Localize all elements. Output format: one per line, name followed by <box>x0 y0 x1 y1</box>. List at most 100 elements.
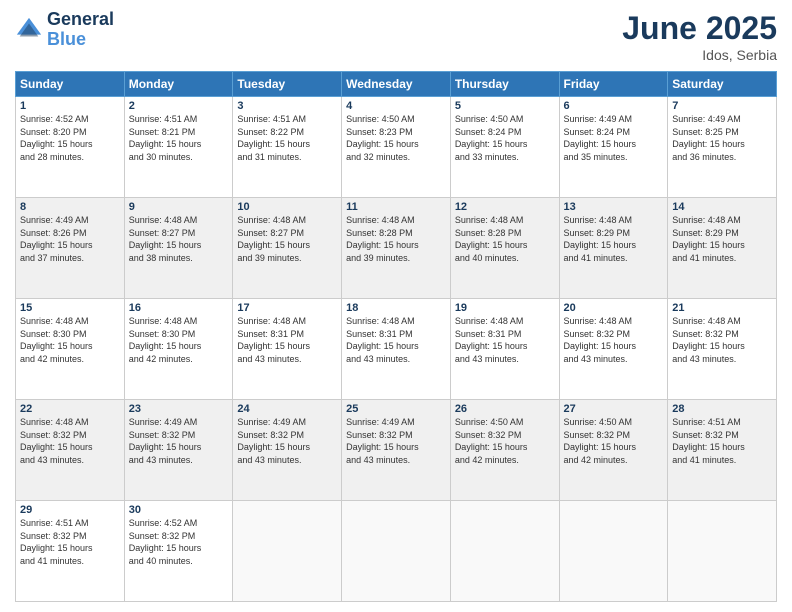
day-header-saturday: Saturday <box>668 72 777 97</box>
calendar-cell: 11Sunrise: 4:48 AM Sunset: 8:28 PM Dayli… <box>342 198 451 299</box>
day-info: Sunrise: 4:48 AM Sunset: 8:31 PM Dayligh… <box>346 315 446 365</box>
day-info: Sunrise: 4:49 AM Sunset: 8:25 PM Dayligh… <box>672 113 772 163</box>
logo-text: General Blue <box>47 10 114 50</box>
calendar-cell: 25Sunrise: 4:49 AM Sunset: 8:32 PM Dayli… <box>342 400 451 501</box>
day-info: Sunrise: 4:48 AM Sunset: 8:28 PM Dayligh… <box>455 214 555 264</box>
calendar-cell <box>450 501 559 602</box>
calendar-cell: 12Sunrise: 4:48 AM Sunset: 8:28 PM Dayli… <box>450 198 559 299</box>
day-header-tuesday: Tuesday <box>233 72 342 97</box>
day-info: Sunrise: 4:48 AM Sunset: 8:27 PM Dayligh… <box>129 214 229 264</box>
day-header-wednesday: Wednesday <box>342 72 451 97</box>
day-number: 18 <box>346 302 446 314</box>
calendar-cell: 24Sunrise: 4:49 AM Sunset: 8:32 PM Dayli… <box>233 400 342 501</box>
calendar-cell: 18Sunrise: 4:48 AM Sunset: 8:31 PM Dayli… <box>342 299 451 400</box>
day-info: Sunrise: 4:48 AM Sunset: 8:31 PM Dayligh… <box>455 315 555 365</box>
calendar-cell <box>342 501 451 602</box>
day-info: Sunrise: 4:48 AM Sunset: 8:28 PM Dayligh… <box>346 214 446 264</box>
day-number: 15 <box>20 302 120 314</box>
day-info: Sunrise: 4:52 AM Sunset: 8:20 PM Dayligh… <box>20 113 120 163</box>
day-number: 21 <box>672 302 772 314</box>
day-info: Sunrise: 4:48 AM Sunset: 8:30 PM Dayligh… <box>129 315 229 365</box>
calendar-cell: 13Sunrise: 4:48 AM Sunset: 8:29 PM Dayli… <box>559 198 668 299</box>
calendar-table: SundayMondayTuesdayWednesdayThursdayFrid… <box>15 71 777 602</box>
day-number: 22 <box>20 403 120 415</box>
calendar-cell: 21Sunrise: 4:48 AM Sunset: 8:32 PM Dayli… <box>668 299 777 400</box>
day-info: Sunrise: 4:51 AM Sunset: 8:32 PM Dayligh… <box>20 517 120 567</box>
calendar-cell: 26Sunrise: 4:50 AM Sunset: 8:32 PM Dayli… <box>450 400 559 501</box>
day-number: 19 <box>455 302 555 314</box>
day-info: Sunrise: 4:48 AM Sunset: 8:29 PM Dayligh… <box>672 214 772 264</box>
day-number: 25 <box>346 403 446 415</box>
day-info: Sunrise: 4:48 AM Sunset: 8:32 PM Dayligh… <box>564 315 664 365</box>
header: General Blue June 2025 Idos, Serbia <box>15 10 777 63</box>
day-number: 28 <box>672 403 772 415</box>
day-number: 26 <box>455 403 555 415</box>
day-number: 1 <box>20 100 120 112</box>
calendar-cell: 28Sunrise: 4:51 AM Sunset: 8:32 PM Dayli… <box>668 400 777 501</box>
day-number: 9 <box>129 201 229 213</box>
calendar-cell: 8Sunrise: 4:49 AM Sunset: 8:26 PM Daylig… <box>16 198 125 299</box>
day-number: 6 <box>564 100 664 112</box>
day-info: Sunrise: 4:49 AM Sunset: 8:24 PM Dayligh… <box>564 113 664 163</box>
calendar-cell: 14Sunrise: 4:48 AM Sunset: 8:29 PM Dayli… <box>668 198 777 299</box>
month-title: June 2025 <box>622 10 777 47</box>
day-info: Sunrise: 4:48 AM Sunset: 8:31 PM Dayligh… <box>237 315 337 365</box>
calendar-week-row: 8Sunrise: 4:49 AM Sunset: 8:26 PM Daylig… <box>16 198 777 299</box>
calendar-cell <box>233 501 342 602</box>
day-header-friday: Friday <box>559 72 668 97</box>
day-info: Sunrise: 4:48 AM Sunset: 8:32 PM Dayligh… <box>672 315 772 365</box>
day-info: Sunrise: 4:50 AM Sunset: 8:32 PM Dayligh… <box>455 416 555 466</box>
calendar-week-row: 1Sunrise: 4:52 AM Sunset: 8:20 PM Daylig… <box>16 97 777 198</box>
calendar-cell: 9Sunrise: 4:48 AM Sunset: 8:27 PM Daylig… <box>124 198 233 299</box>
day-info: Sunrise: 4:50 AM Sunset: 8:24 PM Dayligh… <box>455 113 555 163</box>
day-number: 7 <box>672 100 772 112</box>
calendar-cell: 5Sunrise: 4:50 AM Sunset: 8:24 PM Daylig… <box>450 97 559 198</box>
day-number: 3 <box>237 100 337 112</box>
location: Idos, Serbia <box>622 47 777 63</box>
calendar-cell: 20Sunrise: 4:48 AM Sunset: 8:32 PM Dayli… <box>559 299 668 400</box>
day-number: 12 <box>455 201 555 213</box>
day-info: Sunrise: 4:48 AM Sunset: 8:29 PM Dayligh… <box>564 214 664 264</box>
day-info: Sunrise: 4:50 AM Sunset: 8:23 PM Dayligh… <box>346 113 446 163</box>
day-info: Sunrise: 4:49 AM Sunset: 8:26 PM Dayligh… <box>20 214 120 264</box>
day-info: Sunrise: 4:51 AM Sunset: 8:21 PM Dayligh… <box>129 113 229 163</box>
calendar-cell: 16Sunrise: 4:48 AM Sunset: 8:30 PM Dayli… <box>124 299 233 400</box>
day-info: Sunrise: 4:51 AM Sunset: 8:32 PM Dayligh… <box>672 416 772 466</box>
title-area: June 2025 Idos, Serbia <box>622 10 777 63</box>
calendar-cell: 27Sunrise: 4:50 AM Sunset: 8:32 PM Dayli… <box>559 400 668 501</box>
calendar-cell: 7Sunrise: 4:49 AM Sunset: 8:25 PM Daylig… <box>668 97 777 198</box>
day-number: 17 <box>237 302 337 314</box>
day-info: Sunrise: 4:49 AM Sunset: 8:32 PM Dayligh… <box>346 416 446 466</box>
day-info: Sunrise: 4:51 AM Sunset: 8:22 PM Dayligh… <box>237 113 337 163</box>
calendar-week-row: 15Sunrise: 4:48 AM Sunset: 8:30 PM Dayli… <box>16 299 777 400</box>
day-number: 10 <box>237 201 337 213</box>
calendar-cell: 22Sunrise: 4:48 AM Sunset: 8:32 PM Dayli… <box>16 400 125 501</box>
calendar-cell: 2Sunrise: 4:51 AM Sunset: 8:21 PM Daylig… <box>124 97 233 198</box>
calendar-cell: 29Sunrise: 4:51 AM Sunset: 8:32 PM Dayli… <box>16 501 125 602</box>
day-number: 14 <box>672 201 772 213</box>
calendar-cell: 23Sunrise: 4:49 AM Sunset: 8:32 PM Dayli… <box>124 400 233 501</box>
day-header-thursday: Thursday <box>450 72 559 97</box>
page: General Blue June 2025 Idos, Serbia Sund… <box>0 0 792 612</box>
logo: General Blue <box>15 10 114 50</box>
calendar-header-row: SundayMondayTuesdayWednesdayThursdayFrid… <box>16 72 777 97</box>
day-number: 4 <box>346 100 446 112</box>
calendar-cell: 19Sunrise: 4:48 AM Sunset: 8:31 PM Dayli… <box>450 299 559 400</box>
day-number: 24 <box>237 403 337 415</box>
day-number: 8 <box>20 201 120 213</box>
day-info: Sunrise: 4:48 AM Sunset: 8:30 PM Dayligh… <box>20 315 120 365</box>
calendar-cell: 17Sunrise: 4:48 AM Sunset: 8:31 PM Dayli… <box>233 299 342 400</box>
day-header-monday: Monday <box>124 72 233 97</box>
day-info: Sunrise: 4:48 AM Sunset: 8:32 PM Dayligh… <box>20 416 120 466</box>
day-info: Sunrise: 4:49 AM Sunset: 8:32 PM Dayligh… <box>129 416 229 466</box>
day-number: 23 <box>129 403 229 415</box>
calendar-week-row: 29Sunrise: 4:51 AM Sunset: 8:32 PM Dayli… <box>16 501 777 602</box>
logo-icon <box>15 16 43 44</box>
day-info: Sunrise: 4:48 AM Sunset: 8:27 PM Dayligh… <box>237 214 337 264</box>
day-info: Sunrise: 4:50 AM Sunset: 8:32 PM Dayligh… <box>564 416 664 466</box>
calendar-week-row: 22Sunrise: 4:48 AM Sunset: 8:32 PM Dayli… <box>16 400 777 501</box>
calendar-cell <box>559 501 668 602</box>
day-info: Sunrise: 4:49 AM Sunset: 8:32 PM Dayligh… <box>237 416 337 466</box>
day-number: 29 <box>20 504 120 516</box>
day-number: 20 <box>564 302 664 314</box>
